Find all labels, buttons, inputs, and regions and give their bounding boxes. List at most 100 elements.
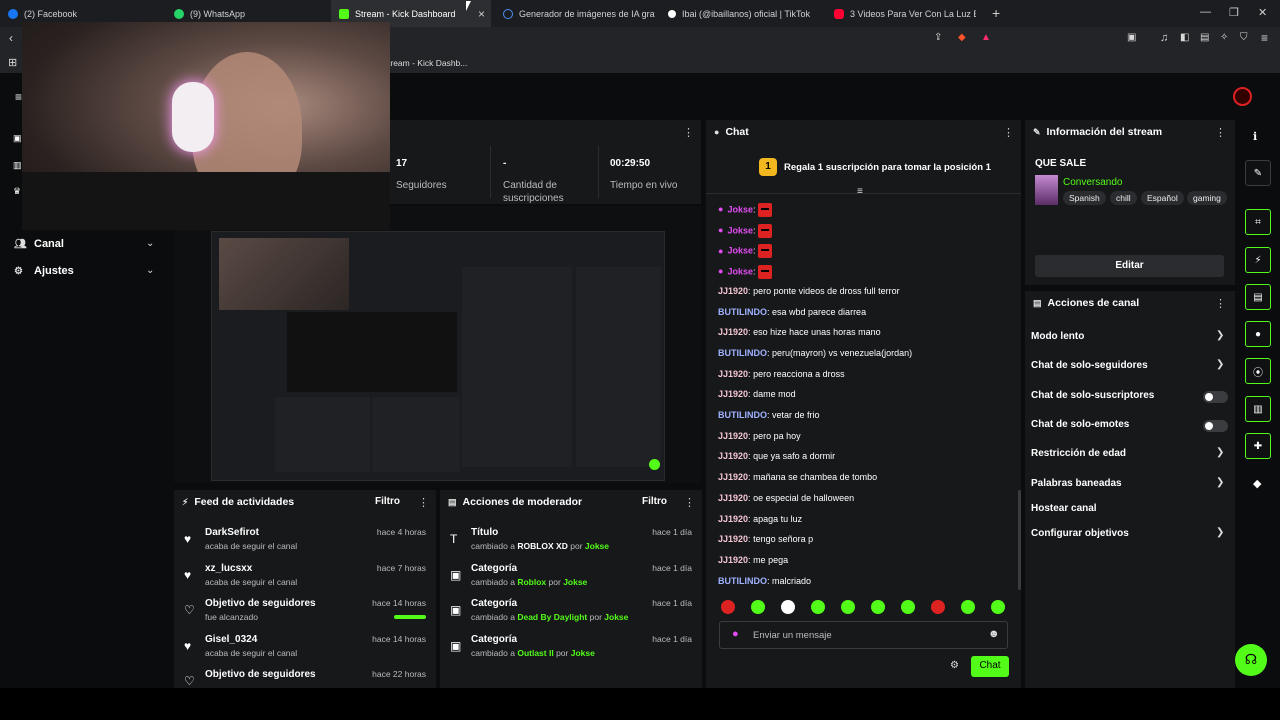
sidebar-item-canal[interactable]: 👥︎ Canal: [14, 238, 64, 250]
tab-close-icon[interactable]: ×: [478, 7, 485, 21]
chevron-down-icon[interactable]: ⌄: [146, 265, 154, 276]
hamburger-icon[interactable]: ≡: [15, 90, 22, 104]
kebab-menu-icon[interactable]: ⋮: [1003, 126, 1014, 139]
apps-grid-icon[interactable]: ⊞: [8, 56, 17, 69]
chat-scrollbar[interactable]: [1018, 490, 1021, 590]
rewards-icon[interactable]: ▲: [981, 32, 991, 43]
rail-notes-button[interactable]: ▤: [1245, 284, 1271, 310]
emoji-icon[interactable]: ☻: [988, 628, 1000, 640]
kebab-menu-icon[interactable]: ⋮: [1215, 297, 1226, 310]
chat-username[interactable]: JJ1920: [718, 472, 748, 482]
chat-username[interactable]: JJ1920: [718, 493, 748, 503]
emote-icon[interactable]: [931, 600, 945, 614]
list-item[interactable]: ▣ Categoría cambiado a Dead By Daylight …: [440, 594, 702, 629]
chat-username[interactable]: BUTILINDO: [718, 576, 767, 586]
emote-icon[interactable]: [811, 600, 825, 614]
tab-youtube[interactable]: 3 Videos Para Ver Con La Luz Enc: [826, 0, 976, 27]
screenshot-icon[interactable]: ▣: [1127, 32, 1136, 43]
channel-action-item[interactable]: Chat de solo-seguidores: [1031, 360, 1148, 371]
list-item[interactable]: ▣ Categoría cambiado a Roblox por Jokse …: [440, 559, 702, 594]
chevron-right-icon[interactable]: ❯: [1216, 359, 1224, 370]
rail-broadcast-button[interactable]: ⦿: [1245, 358, 1271, 384]
chat-input[interactable]: ● Enviar un mensaje ☻: [719, 621, 1008, 649]
dashboard-icon[interactable]: ▣: [13, 133, 22, 144]
info-icon[interactable]: ℹ: [1253, 130, 1257, 143]
maximize-icon[interactable]: ❐: [1229, 6, 1239, 19]
chat-username[interactable]: Jokse: [727, 225, 753, 235]
activity-filter-button[interactable]: Filtro: [375, 496, 400, 507]
tag-chip[interactable]: gaming: [1187, 191, 1227, 205]
trophy-icon[interactable]: ♛: [13, 186, 21, 197]
menu-icon[interactable]: ≡: [1261, 31, 1268, 45]
emote-icon[interactable]: [841, 600, 855, 614]
rail-tools-button[interactable]: ✚: [1245, 433, 1271, 459]
edit-button[interactable]: Editar: [1035, 255, 1224, 277]
tag-chip[interactable]: Español: [1141, 191, 1184, 205]
chat-username[interactable]: BUTILINDO: [718, 307, 767, 317]
emote-icon[interactable]: [901, 600, 915, 614]
emote-icon[interactable]: [991, 600, 1005, 614]
chat-username[interactable]: JJ1920: [718, 514, 748, 524]
channel-action-item[interactable]: Restricción de edad: [1031, 448, 1126, 459]
channel-action-item[interactable]: Palabras baneadas: [1031, 478, 1122, 489]
minimize-icon[interactable]: —: [1200, 6, 1211, 18]
kebab-menu-icon[interactable]: ⋮: [684, 496, 695, 509]
chat-settings-icon[interactable]: ⚙: [950, 660, 959, 671]
tag-chip[interactable]: Spanish: [1063, 191, 1106, 205]
tab-tiktok[interactable]: Ibai (@ibaillanos) oficial | TikTok: [660, 0, 820, 27]
emote-icon[interactable]: [751, 600, 765, 614]
chevron-right-icon[interactable]: ❯: [1216, 330, 1224, 341]
toggle-switch[interactable]: [1203, 391, 1228, 403]
sidebar-item-ajustes[interactable]: ⚙ Ajustes: [14, 265, 74, 277]
kebab-menu-icon[interactable]: ⋮: [1215, 126, 1226, 139]
chevron-right-icon[interactable]: ❯: [1216, 447, 1224, 458]
chat-send-button[interactable]: Chat: [971, 656, 1009, 677]
channel-action-item[interactable]: Modo lento: [1031, 331, 1084, 342]
bookmark-item[interactable]: tream - Kick Dashb...: [388, 58, 467, 68]
shapes-icon[interactable]: ◆: [1253, 477, 1261, 490]
list-item[interactable]: ♥ xz_lucsxx acaba de seguir el canal hac…: [174, 559, 436, 594]
chat-username[interactable]: JJ1920: [718, 327, 748, 337]
ai-icon[interactable]: ✧: [1220, 32, 1228, 43]
brave-shield-icon[interactable]: ◆: [958, 32, 966, 43]
music-icon[interactable]: ♫: [1160, 32, 1168, 44]
emote-icon[interactable]: [781, 600, 795, 614]
list-item[interactable]: T Título cambiado a ROBLOX XD por Jokse …: [440, 523, 702, 558]
rail-chat-button[interactable]: ●: [1245, 321, 1271, 347]
kebab-menu-icon[interactable]: ⋮: [418, 496, 429, 509]
sidebar-toggle-icon[interactable]: ◧: [1180, 32, 1189, 43]
stream-preview[interactable]: [174, 206, 701, 483]
list-item[interactable]: ♥ DarkSefirot acaba de seguir el canal h…: [174, 523, 436, 558]
chevron-right-icon[interactable]: ❯: [1216, 477, 1224, 488]
wallet-icon[interactable]: ▤: [1200, 32, 1209, 43]
emote-icon[interactable]: [871, 600, 885, 614]
chevron-right-icon[interactable]: ❯: [1216, 527, 1224, 538]
tab-ai-images[interactable]: Generador de imágenes de IA gratuit: [495, 0, 655, 27]
chat-username[interactable]: Jokse: [727, 266, 753, 276]
emote-icon[interactable]: [961, 600, 975, 614]
chat-username[interactable]: BUTILINDO: [718, 410, 767, 420]
channel-action-item[interactable]: Configurar objetivos: [1031, 528, 1129, 539]
chat-username[interactable]: JJ1920: [718, 451, 748, 461]
gift-sub-banner[interactable]: Regala 1 suscripción para tomar la posic…: [784, 162, 991, 173]
collapse-icon[interactable]: ≡: [857, 186, 863, 197]
channel-action-item[interactable]: Hostear canal: [1031, 503, 1097, 514]
chevron-down-icon[interactable]: ⌄: [146, 238, 154, 249]
chat-username[interactable]: Jokse: [727, 246, 753, 256]
close-window-icon[interactable]: ✕: [1258, 6, 1267, 19]
list-item[interactable]: ♥ Gisel_0324 acaba de seguir el canal ha…: [174, 630, 436, 665]
analytics-icon[interactable]: ▥: [13, 160, 22, 171]
vpn-icon[interactable]: ⛉: [1240, 32, 1248, 43]
chat-username[interactable]: JJ1920: [718, 389, 748, 399]
list-item[interactable]: ▣ Categoría cambiado a Outlast II por Jo…: [440, 630, 702, 665]
new-tab-button[interactable]: +: [992, 5, 1000, 21]
support-button[interactable]: ☊: [1235, 644, 1267, 676]
chat-username[interactable]: JJ1920: [718, 555, 748, 565]
chat-username[interactable]: BUTILINDO: [718, 348, 767, 358]
toggle-switch[interactable]: [1203, 420, 1228, 432]
chat-username[interactable]: JJ1920: [718, 431, 748, 441]
rail-edit-button[interactable]: ✎: [1245, 160, 1271, 186]
share-icon[interactable]: ⇪: [934, 32, 942, 43]
obs-icon[interactable]: [1233, 87, 1252, 106]
category-link[interactable]: Conversando: [1063, 177, 1122, 188]
